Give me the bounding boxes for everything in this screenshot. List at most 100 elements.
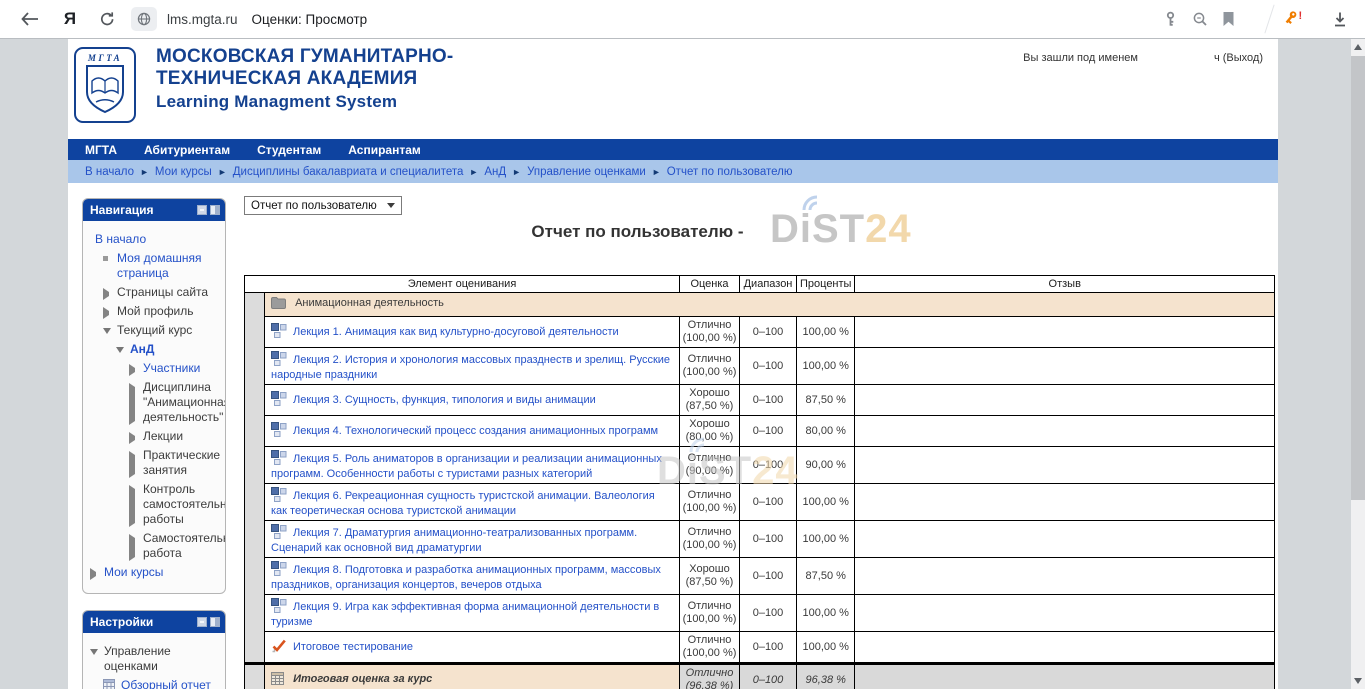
password-alert-icon[interactable]: ! [1284, 10, 1305, 28]
navigation-tree: В начало Моя домашняя страница Страницы … [83, 221, 225, 593]
grade-item-link[interactable]: Итоговое тестирование [293, 641, 413, 653]
scroll-down-icon[interactable] [1351, 673, 1365, 689]
expanded-icon[interactable] [116, 345, 125, 357]
grade-item-link[interactable]: Лекция 9. Игра как эффективная форма ани… [271, 601, 659, 628]
expanded-icon[interactable] [103, 326, 112, 338]
grade-cell: Хорошо(87,50 %) [680, 385, 740, 416]
sidebar-item[interactable]: Самостоятельная работа [90, 531, 221, 561]
grade-item-link[interactable]: Лекция 2. История и хронология массовых … [271, 354, 670, 381]
grade-item-link[interactable]: Лекция 6. Рекреационная сущность туристс… [271, 490, 655, 517]
sidebar-item[interactable]: Управление оценками [90, 644, 221, 674]
indent-cell [245, 416, 265, 447]
address-bar[interactable]: lms.mgta.ru Оценки: Просмотр [131, 7, 1163, 31]
grade-item-link[interactable]: Лекция 1. Анимация как вид культурно-дос… [293, 326, 619, 338]
breadcrumb-link-5[interactable]: Отчет по пользователю [667, 166, 793, 178]
indent-cell [245, 558, 265, 595]
grade-item-cell: Лекция 4. Технологический процесс создан… [265, 416, 680, 447]
sidebar-item[interactable]: Дисциплина "Анимационная деятельность" [90, 380, 221, 425]
sidebar-item[interactable]: Участники [90, 361, 221, 376]
range-cell: 0–100 [740, 558, 797, 595]
sidebar-item[interactable]: Мой профиль [90, 304, 221, 319]
indent-cell [245, 632, 265, 664]
course-total-label: Итоговая оценка за курс [293, 673, 432, 685]
indent-cell [245, 348, 265, 385]
grade-item-link[interactable]: Лекция 5. Роль аниматоров в организации … [271, 453, 662, 480]
sidebar-item[interactable]: АнД [90, 342, 221, 357]
scroll-up-icon[interactable] [1351, 39, 1365, 55]
nav-item-3[interactable]: Аспирантам [348, 143, 421, 157]
browser-chrome: Я lms.mgta.ru Оценки: Просмотр ! [0, 0, 1365, 39]
breadcrumb-link-2[interactable]: Дисциплины бакалавриата и специалитета [233, 166, 464, 178]
sidebar-item[interactable]: Страницы сайта [90, 285, 221, 300]
academy-logo: МГТА [74, 47, 136, 123]
report-type-select[interactable]: Отчет по пользователю [244, 196, 402, 215]
range-cell: 0–100 [740, 632, 797, 664]
breadcrumb-link-3[interactable]: АнД [484, 166, 506, 178]
scrollbar-thumb[interactable] [1351, 56, 1365, 500]
page-scrollbar[interactable] [1351, 39, 1365, 689]
bookmark-icon[interactable] [1222, 11, 1235, 27]
collapsed-icon[interactable] [129, 383, 138, 425]
collapsed-icon[interactable] [103, 307, 112, 319]
grade-item-link[interactable]: Лекция 8. Подготовка и разработка анимац… [271, 564, 661, 591]
feedback-cell [855, 447, 1275, 484]
find-icon[interactable] [1192, 11, 1208, 27]
grade-item-link[interactable]: Лекция 7. Драматургия анимационно-театра… [271, 527, 637, 554]
breadcrumb-link-4[interactable]: Управление оценками [527, 166, 646, 178]
yandex-browser-icon[interactable]: Я [60, 9, 80, 29]
collapsed-icon[interactable] [129, 364, 138, 376]
grade-item-link[interactable]: Лекция 3. Сущность, функция, типология и… [293, 394, 596, 406]
breadcrumb-link-0[interactable]: В начало [85, 166, 134, 178]
sidebar-item[interactable]: Обзорный отчет [90, 678, 221, 689]
main-content: Отчет по пользователю Отчет по пользоват… [244, 183, 1276, 689]
site-page: МГТА МОСКОВСКАЯ ГУМАНИТАРНО- ТЕХНИЧЕСКАЯ… [68, 39, 1278, 689]
sidebar-item[interactable]: Мои курсы [90, 565, 221, 580]
settings-block-header: Настройки [83, 611, 225, 633]
nav-item-1[interactable]: Абитуриентам [144, 143, 230, 157]
block-dock-icon[interactable] [210, 205, 220, 215]
site-title-line2: ТЕХНИЧЕСКАЯ АКАДЕМИЯ [156, 68, 453, 90]
grade-item-link[interactable]: Лекция 4. Технологический процесс создан… [293, 425, 658, 437]
reload-icon[interactable] [96, 11, 118, 27]
sidebar-item[interactable]: Контроль самостоятельной работы [90, 482, 221, 527]
collapsed-icon[interactable] [90, 568, 99, 580]
collapsed-icon[interactable] [103, 288, 112, 300]
sidebar-item-label: Мои курсы [104, 565, 221, 580]
collapsed-icon[interactable] [129, 451, 138, 478]
sidebar-item[interactable]: Моя домашняя страница [90, 251, 221, 281]
range-cell: 0–100 [740, 484, 797, 521]
login-prefix: Вы зашли под именем [1023, 52, 1138, 64]
breadcrumb-link-1[interactable]: Мои курсы [155, 166, 212, 178]
sidebar-item[interactable]: В начало [90, 232, 221, 247]
address-bar-edge [1264, 5, 1274, 34]
grade-row: Лекция 7. Драматургия анимационно-театра… [245, 521, 1275, 558]
sidebar-item-label: Контроль самостоятельной работы [143, 482, 226, 527]
nav-item-2[interactable]: Студентам [257, 143, 321, 157]
report-icon[interactable] [103, 679, 116, 689]
page-heading: Отчет по пользователю - [244, 222, 1276, 242]
download-icon[interactable] [1331, 11, 1349, 28]
block-collapse-icon[interactable] [197, 617, 207, 627]
lesson-icon [271, 487, 287, 505]
grade-row: Лекция 2. История и хронология массовых … [245, 348, 1275, 385]
collapsed-icon[interactable] [129, 432, 138, 444]
nav-item-0[interactable]: МГТА [85, 143, 117, 157]
block-dock-icon[interactable] [210, 617, 220, 627]
key-icon[interactable] [1163, 11, 1178, 27]
sidebar-item[interactable]: Текущий курс [90, 323, 221, 338]
block-collapse-icon[interactable] [197, 205, 207, 215]
expanded-icon[interactable] [90, 647, 99, 674]
sidebar-item-label: Обзорный отчет [121, 678, 221, 689]
sidebar-item[interactable]: Лекции [90, 429, 221, 444]
grade-cell: Хорошо(80,00 %) [680, 416, 740, 447]
total-percent-cell: 96,38 % [797, 664, 855, 689]
logout-link[interactable]: (Выход) [1223, 52, 1263, 64]
site-title-line3: Learning Managment System [156, 90, 453, 114]
sidebar-item[interactable]: Практические занятия [90, 448, 221, 478]
percent-cell: 100,00 % [797, 484, 855, 521]
collapsed-icon[interactable] [129, 534, 138, 561]
sidebar-item-label: Дисциплина "Анимационная деятельность" [143, 380, 226, 425]
bullet-icon[interactable] [103, 254, 112, 281]
collapsed-icon[interactable] [129, 485, 138, 527]
back-icon[interactable] [18, 11, 42, 27]
